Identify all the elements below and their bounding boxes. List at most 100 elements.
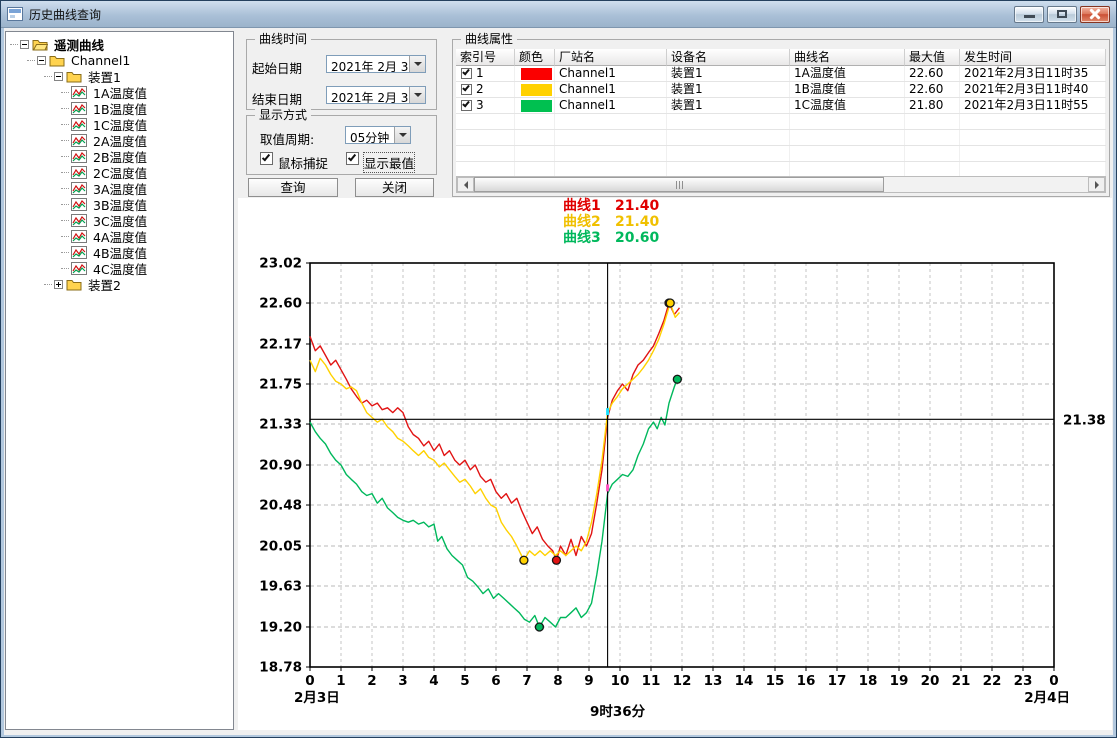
table-row[interactable]: 3Channel1装置11C温度值21.802021年2月3日11时55 — [456, 98, 1106, 114]
chevron-down-icon[interactable] — [409, 87, 425, 103]
empty-cell — [456, 146, 515, 161]
svg-text:18.78: 18.78 — [259, 660, 302, 676]
index-cell: 1 — [456, 66, 515, 81]
scrollbar-thumb[interactable] — [474, 177, 884, 192]
check-icon — [462, 84, 470, 92]
curve-tree-panel[interactable]: 遥测曲线Channel1装置11A温度值1B温度值1C温度值2A温度值2B温度值… — [5, 31, 234, 730]
folder-icon — [32, 38, 48, 51]
curve-icon — [71, 102, 87, 115]
station-cell: Channel1 — [555, 82, 667, 97]
start-date-select[interactable]: 2021年 2月 3 — [326, 55, 426, 73]
svg-text:2月4日: 2月4日 — [1024, 690, 1070, 706]
folder-icon — [66, 70, 82, 83]
curve-color-swatch — [521, 84, 552, 96]
column-header[interactable]: 设备名 — [667, 49, 790, 66]
tree-connector — [61, 108, 69, 109]
empty-cell — [456, 114, 515, 129]
svg-text:19.20: 19.20 — [259, 619, 302, 635]
column-header[interactable]: 颜色 — [515, 49, 555, 66]
legend-item: 曲线121.40 — [563, 198, 659, 214]
chevron-down-icon[interactable] — [394, 127, 410, 143]
table-row[interactable]: 1Channel1装置11A温度值22.602021年2月3日11时35 — [456, 66, 1106, 82]
legend-item: 曲线221.40 — [563, 214, 659, 230]
query-button[interactable]: 查询 — [248, 178, 338, 197]
empty-cell — [555, 114, 667, 129]
maximize-icon — [1057, 10, 1067, 18]
show-extremes-checkbox[interactable] — [346, 152, 359, 165]
expand-icon[interactable] — [54, 280, 63, 289]
history-curve-chart[interactable]: 23.0222.6022.1721.7521.3320.9020.4820.05… — [250, 250, 1110, 728]
check-icon — [262, 153, 270, 162]
svg-text:15: 15 — [766, 673, 785, 689]
tree-item-label[interactable]: 遥测曲线 — [52, 35, 106, 54]
column-header[interactable]: 索引号 — [456, 49, 515, 66]
end-date-select[interactable]: 2021年 2月 3 — [326, 86, 426, 104]
column-header[interactable]: 厂站名 — [555, 49, 667, 66]
scroll-left-icon[interactable] — [457, 177, 474, 192]
collapse-icon[interactable] — [54, 72, 63, 81]
mouse-capture-label: 鼠标捕捉 — [278, 153, 328, 172]
curve-time-group-title: 曲线时间 — [255, 32, 311, 46]
time-cell: 2021年2月3日11时55 — [960, 98, 1106, 113]
tree-item[interactable]: 遥测曲线 — [6, 36, 233, 52]
tree-item-label[interactable]: Channel1 — [69, 53, 132, 68]
minimize-button[interactable] — [1014, 6, 1044, 23]
empty-cell — [456, 162, 515, 176]
tree-connector — [61, 268, 69, 269]
empty-table-row — [456, 114, 1106, 130]
tree-connector — [61, 220, 69, 221]
empty-cell — [960, 130, 1106, 145]
column-header[interactable]: 曲线名 — [790, 49, 905, 66]
svg-text:21: 21 — [952, 673, 971, 689]
collapse-icon[interactable] — [37, 56, 46, 65]
maximize-button[interactable] — [1047, 6, 1077, 23]
index-cell: 2 — [456, 82, 515, 97]
svg-text:5: 5 — [460, 673, 469, 689]
curve-name-cell: 1A温度值 — [790, 66, 905, 81]
column-header[interactable]: 最大值 — [905, 49, 960, 66]
tree-item-label[interactable]: 装置2 — [86, 275, 123, 294]
empty-cell — [515, 162, 555, 176]
title-bar[interactable]: 历史曲线查询 — [1, 1, 1116, 28]
legend-curve-name: 曲线2 — [563, 214, 615, 230]
curve-icon — [71, 182, 87, 195]
display-mode-group-title: 显示方式 — [255, 108, 311, 122]
period-select[interactable]: 05分钟 — [345, 126, 411, 144]
row-checkbox[interactable] — [461, 68, 472, 79]
time-cell: 2021年2月3日11时40 — [960, 82, 1106, 97]
end-date-label: 结束日期 — [252, 89, 302, 108]
table-horizontal-scrollbar[interactable] — [456, 176, 1106, 193]
svg-text:0: 0 — [305, 673, 314, 689]
svg-text:8: 8 — [553, 673, 562, 689]
chevron-down-icon[interactable] — [409, 56, 425, 72]
column-header[interactable]: 发生时间 — [960, 49, 1106, 66]
empty-cell — [515, 114, 555, 129]
color-cell — [515, 82, 555, 97]
empty-table-row — [456, 130, 1106, 146]
table-row[interactable]: 2Channel1装置11B温度值22.602021年2月3日11时40 — [456, 82, 1106, 98]
tree-connector — [44, 284, 52, 285]
tree-item[interactable]: 装置2 — [6, 276, 233, 292]
scroll-right-icon[interactable] — [1088, 177, 1105, 192]
table-header: 索引号颜色厂站名设备名曲线名最大值发生时间 — [456, 49, 1106, 66]
tree-connector — [61, 92, 69, 93]
color-cell — [515, 98, 555, 113]
collapse-icon[interactable] — [20, 40, 29, 49]
svg-text:21.75: 21.75 — [259, 377, 302, 393]
empty-table-row — [456, 162, 1106, 176]
svg-text:22.60: 22.60 — [259, 296, 302, 312]
tree-connector — [10, 44, 18, 45]
row-checkbox[interactable] — [461, 100, 472, 111]
mouse-capture-checkbox[interactable] — [260, 152, 273, 165]
svg-text:12: 12 — [673, 673, 692, 689]
curve-icon — [71, 246, 87, 259]
svg-text:1: 1 — [336, 673, 345, 689]
curve-properties-table: 索引号颜色厂站名设备名曲线名最大值发生时间1Channel1装置11A温度值22… — [456, 49, 1106, 176]
close-button[interactable] — [1080, 6, 1110, 23]
empty-cell — [790, 162, 905, 176]
close-query-button[interactable]: 关闭 — [355, 178, 434, 197]
curve-icon — [71, 118, 87, 131]
empty-cell — [667, 146, 790, 161]
row-checkbox[interactable] — [461, 84, 472, 95]
svg-text:19.63: 19.63 — [259, 579, 302, 595]
